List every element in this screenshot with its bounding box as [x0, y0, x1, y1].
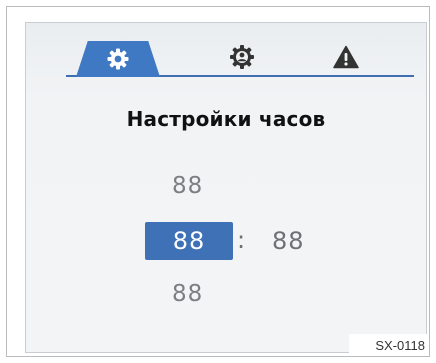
page-title: Настройки часов — [126, 107, 326, 131]
minutes-selector[interactable]: 88 — [272, 227, 305, 255]
figure-code: SX-0118 — [349, 334, 429, 356]
display-screen: Настройки часов 88 88 : 88 88 — [25, 22, 427, 353]
hours-selector[interactable]: 88 — [145, 222, 233, 260]
person-gear-icon — [229, 44, 255, 70]
tab-personal-settings[interactable] — [220, 37, 264, 77]
tab-bar — [26, 23, 426, 79]
tab-warnings[interactable] — [324, 37, 368, 77]
time-separator: : — [237, 226, 246, 254]
tab-clock-settings[interactable] — [76, 41, 160, 77]
hours-previous-value: 88 — [172, 173, 204, 199]
figure-frame: Настройки часов 88 88 : 88 88 SX-0118 — [6, 6, 430, 357]
warning-icon — [333, 45, 359, 69]
gear-icon — [106, 47, 130, 71]
hours-next-value: 88 — [172, 281, 204, 307]
